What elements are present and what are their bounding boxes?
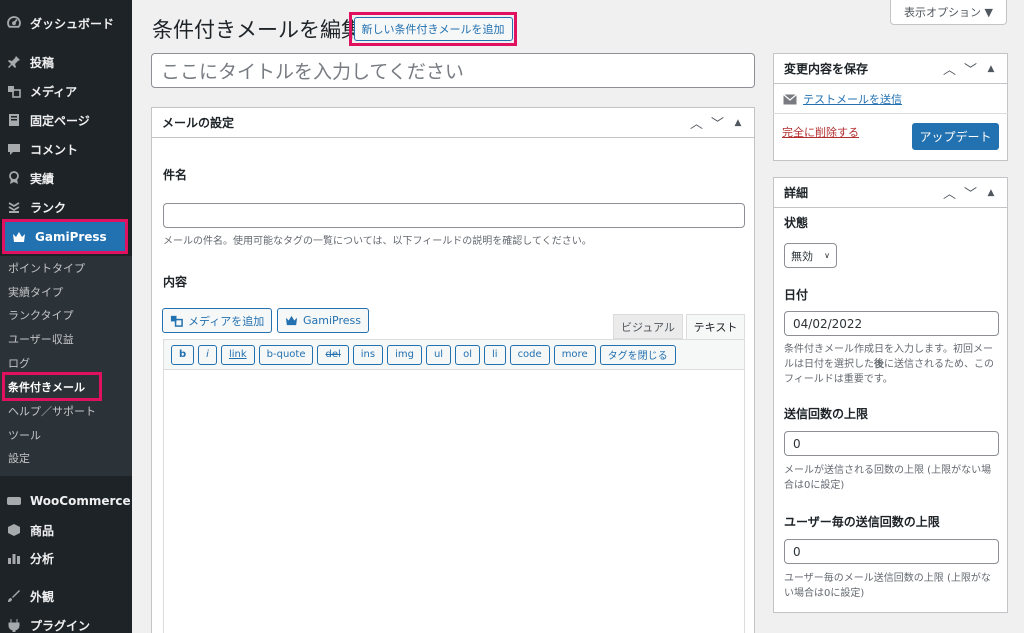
- subject-description: メールの件名。使用可能なタグの一覧については、以下フィールドの説明を確認してくだ…: [163, 236, 592, 247]
- collapse-toggle-icon[interactable]: ▲: [985, 64, 997, 74]
- chevron-up-icon[interactable]: ︿: [690, 113, 703, 132]
- collapse-toggle-icon[interactable]: ▲: [985, 188, 997, 198]
- postbox-title: メールの設定: [162, 116, 235, 130]
- chevron-down-icon: ∨: [824, 251, 830, 260]
- comment-icon: [6, 141, 22, 157]
- status-select[interactable]: 無効 ∨: [784, 243, 837, 268]
- postbox-title: 詳細: [784, 186, 809, 200]
- date-input[interactable]: 04/02/2022: [784, 311, 999, 336]
- user-limit-input[interactable]: 0: [784, 539, 999, 564]
- date-label: 日付: [784, 288, 809, 302]
- send-limit-input[interactable]: 0: [784, 431, 999, 456]
- menu-item-gamipress[interactable]: GamiPress: [2, 219, 128, 254]
- subject-label: 件名: [163, 168, 188, 182]
- add-new-button[interactable]: 新しい条件付きメールを追加: [353, 17, 513, 41]
- product-icon: [6, 522, 22, 538]
- qt-more-button[interactable]: more: [553, 344, 596, 365]
- submenu-item[interactable]: ユーザー収益: [0, 328, 132, 350]
- status-label: 状態: [784, 216, 809, 230]
- envelope-icon: [783, 93, 797, 105]
- qt-ins-button[interactable]: ins: [352, 344, 384, 365]
- menu-item-appearance[interactable]: 外観: [0, 582, 132, 610]
- gamipress-submenu: ポイントタイプ 実績タイプ ランクタイプ ユーザー収益 ログ 条件付きメール ヘ…: [0, 256, 132, 476]
- admin-sidebar: ダッシュボード 投稿 メディア 固定ページ コメント 実績 ランク GamiPr…: [0, 0, 132, 633]
- qt-ol-button[interactable]: ol: [455, 344, 480, 365]
- screen-options-button[interactable]: 表示オプション ▼: [890, 0, 1007, 25]
- postbox-header: 変更内容を保存 ︿ ﹀ ▲: [774, 54, 1007, 84]
- crown-icon: [285, 314, 298, 327]
- title-input[interactable]: ここにタイトルを入力してください: [151, 53, 755, 88]
- menu-item-ranks[interactable]: ランク: [0, 193, 132, 221]
- send-limit-label: 送信回数の上限: [784, 407, 869, 421]
- menu-item-products[interactable]: 商品: [0, 516, 132, 544]
- qt-close-tags-button[interactable]: タグを閉じる: [599, 344, 676, 365]
- menu-item-woocommerce[interactable]: WooCommerce: [0, 487, 132, 515]
- divider: [773, 113, 1008, 114]
- appearance-icon: [6, 588, 22, 604]
- dashboard-icon: [6, 15, 22, 31]
- highlight-box: 新しい条件付きメールを追加: [349, 12, 517, 46]
- menu-item-achievements[interactable]: 実績: [0, 164, 132, 192]
- crown-icon: [11, 229, 27, 245]
- subject-input[interactable]: [163, 203, 745, 228]
- user-limit-description: ユーザー毎のメール送信回数の上限 (上限がない場合は0に設定): [784, 573, 991, 599]
- qt-li-button[interactable]: li: [484, 344, 506, 365]
- menu-item-pages[interactable]: 固定ページ: [0, 106, 132, 134]
- submenu-item[interactable]: ログ: [0, 352, 132, 374]
- qt-ul-button[interactable]: ul: [425, 344, 452, 365]
- chevron-down-icon[interactable]: ﹀: [711, 113, 724, 132]
- submenu-item[interactable]: 実績タイプ: [0, 281, 132, 303]
- quicktags-toolbar: b i link b-quote del ins img ul ol li co…: [163, 339, 745, 369]
- menu-item-posts[interactable]: 投稿: [0, 48, 132, 76]
- user-limit-label: ユーザー毎の送信回数の上限: [784, 515, 940, 529]
- chevron-down-icon[interactable]: ﹀: [964, 183, 977, 202]
- qt-bold-button[interactable]: b: [171, 344, 195, 365]
- submenu-item[interactable]: ヘルプ／サポート: [0, 400, 132, 422]
- send-test-email-link[interactable]: テストメールを送信: [783, 91, 902, 107]
- chevron-up-icon[interactable]: ︿: [943, 59, 956, 78]
- menu-item-media[interactable]: メディア: [0, 77, 132, 105]
- postbox-header: メールの設定 ︿ ﹀ ▲: [152, 108, 754, 138]
- update-button[interactable]: アップデート: [912, 123, 999, 150]
- tab-visual[interactable]: ビジュアル: [613, 314, 683, 339]
- chevron-down-icon[interactable]: ﹀: [964, 59, 977, 78]
- qt-code-button[interactable]: code: [509, 344, 550, 365]
- woocommerce-icon: [6, 493, 22, 509]
- submenu-item[interactable]: 設定: [0, 447, 132, 469]
- qt-blockquote-button[interactable]: b-quote: [258, 344, 314, 365]
- submenu-item[interactable]: ツール: [0, 424, 132, 446]
- submenu-item[interactable]: ポイントタイプ: [0, 257, 132, 279]
- page-title: 条件付きメールを編集: [152, 18, 362, 42]
- analytics-icon: [6, 550, 22, 566]
- menu-item-dashboard[interactable]: ダッシュボード: [0, 9, 132, 37]
- highlight-box: [2, 372, 102, 401]
- qt-img-button[interactable]: img: [387, 344, 422, 365]
- add-media-button[interactable]: メディアを追加: [162, 308, 273, 333]
- gamipress-shortcode-button[interactable]: GamiPress: [277, 308, 369, 333]
- plugin-icon: [6, 617, 22, 633]
- date-description: 条件付きメール作成日を入力します。初回メールは日付を選択した後に送信されるため、…: [784, 344, 994, 385]
- postbox-header: 詳細 ︿ ﹀ ▲: [774, 178, 1007, 208]
- award-icon: [6, 170, 22, 186]
- qt-italic-button[interactable]: i: [198, 344, 217, 365]
- collapse-toggle-icon[interactable]: ▲: [732, 118, 744, 128]
- rank-icon: [6, 199, 22, 215]
- content-label: 内容: [163, 275, 188, 289]
- content-editor-textarea[interactable]: [163, 369, 745, 633]
- postbox-title: 変更内容を保存: [784, 62, 869, 76]
- chevron-up-icon[interactable]: ︿: [943, 183, 956, 202]
- submenu-item[interactable]: ランクタイプ: [0, 304, 132, 326]
- send-limit-description: メールが送信される回数の上限 (上限がない場合は0に設定): [784, 465, 992, 491]
- pin-icon: [6, 54, 22, 70]
- tab-text[interactable]: テキスト: [686, 314, 745, 339]
- media-icon: [6, 83, 22, 99]
- qt-del-button[interactable]: del: [317, 344, 349, 365]
- page-icon: [6, 112, 22, 128]
- menu-item-analytics[interactable]: 分析: [0, 544, 132, 572]
- media-icon: [170, 314, 183, 327]
- delete-permanently-link[interactable]: 完全に削除する: [782, 124, 859, 140]
- menu-item-comments[interactable]: コメント: [0, 135, 132, 163]
- menu-item-plugins[interactable]: プラグイン: [0, 611, 132, 633]
- qt-link-button[interactable]: link: [220, 344, 255, 365]
